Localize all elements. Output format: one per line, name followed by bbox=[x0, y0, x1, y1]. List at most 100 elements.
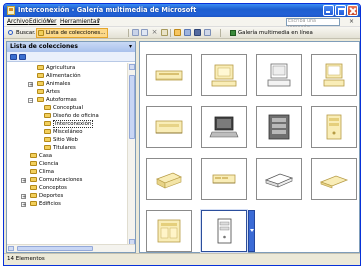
expand-icon[interactable]: + bbox=[21, 178, 26, 184]
computer-tower-icon bbox=[217, 218, 232, 244]
tree-vertical-scrollbar[interactable] bbox=[127, 63, 135, 246]
help-close-icon[interactable]: × bbox=[349, 18, 354, 25]
network-rack-icon bbox=[157, 219, 181, 243]
help-question-input[interactable]: Escriba una pregunta bbox=[286, 18, 340, 30]
online-gallery-button[interactable]: Galería multimedia en línea bbox=[228, 28, 316, 38]
window-title: Interconexión - Galería multimedia de Mi… bbox=[18, 6, 197, 14]
menu-herramientas[interactable]: Herramientas bbox=[60, 19, 100, 25]
folder-icon bbox=[30, 169, 37, 174]
scroll-left-icon[interactable] bbox=[8, 246, 14, 251]
folder-icon bbox=[44, 145, 51, 150]
folder-icon bbox=[38, 30, 44, 36]
tree-item[interactable]: Misceláneo bbox=[44, 129, 83, 136]
tree-item[interactable]: Titulares bbox=[44, 145, 76, 152]
folder-icon bbox=[37, 65, 44, 70]
network-device-icon bbox=[212, 174, 236, 184]
clip-options-dropdown[interactable] bbox=[248, 210, 255, 252]
tree-item[interactable]: − Autoformas bbox=[28, 97, 77, 104]
clip-thumbnails-pane bbox=[139, 41, 360, 253]
collapse-icon[interactable]: − bbox=[28, 98, 33, 104]
tree-item[interactable]: Diseño de oficina bbox=[44, 113, 99, 120]
tree-item[interactable]: Conceptos bbox=[30, 185, 67, 192]
expand-icon[interactable]: + bbox=[21, 194, 26, 200]
title-bar[interactable]: Interconexión - Galería multimedia de Mi… bbox=[4, 4, 360, 17]
clip-thumbnail[interactable] bbox=[256, 54, 302, 96]
thumbnails-view-icon[interactable] bbox=[174, 29, 181, 36]
folder-icon bbox=[30, 193, 37, 198]
tree-item[interactable]: + Animales bbox=[28, 81, 70, 88]
menu-help[interactable]: ? bbox=[97, 19, 100, 25]
collection-tree: Agricultura Alimentación + Animales Artes… bbox=[7, 63, 128, 246]
clip-thumbnail[interactable] bbox=[311, 106, 357, 148]
tree-item[interactable]: Alimentación bbox=[37, 73, 81, 80]
computer-monitor-icon bbox=[323, 63, 345, 87]
tree-item[interactable]: Agricultura bbox=[37, 65, 75, 72]
computer-monitor-icon bbox=[267, 63, 291, 87]
menu-archivo[interactable]: Archivo bbox=[7, 19, 29, 25]
web-gallery-icon bbox=[230, 30, 236, 36]
properties-icon[interactable] bbox=[204, 29, 211, 36]
network-device-icon bbox=[264, 173, 294, 188]
back-icon[interactable] bbox=[10, 54, 17, 60]
tree-item[interactable]: Casa bbox=[30, 153, 52, 160]
details-view-icon[interactable] bbox=[194, 29, 201, 36]
close-button[interactable] bbox=[347, 5, 358, 16]
clip-thumbnail[interactable] bbox=[201, 158, 247, 200]
tree-item[interactable]: Sitio Web bbox=[44, 137, 78, 144]
tree-item-selected[interactable]: Interconexión bbox=[44, 120, 94, 128]
tree-item[interactable]: Ciencia bbox=[30, 161, 58, 168]
horizontal-scroll-thumb[interactable] bbox=[17, 246, 93, 251]
clip-thumbnail[interactable] bbox=[201, 54, 247, 96]
clip-thumbnail[interactable] bbox=[256, 158, 302, 200]
clip-thumbnail[interactable] bbox=[256, 106, 302, 148]
list-view-icon[interactable] bbox=[184, 29, 191, 36]
collection-list-label: Lista de colecciones... bbox=[46, 30, 106, 36]
tree-item[interactable]: + Comunicaciones bbox=[21, 177, 82, 184]
laptop-icon bbox=[209, 116, 239, 138]
clip-thumbnail[interactable] bbox=[146, 106, 192, 148]
online-gallery-label: Galería multimedia en línea bbox=[238, 30, 313, 36]
folder-icon bbox=[37, 97, 44, 102]
toolbar-separator bbox=[170, 29, 171, 37]
copy-to-collection-icon[interactable] bbox=[161, 29, 168, 36]
panel-menu-chevron-icon[interactable]: ▾ bbox=[129, 42, 132, 52]
status-bar: 14 Elementos bbox=[4, 253, 360, 265]
clip-thumbnail[interactable] bbox=[201, 106, 247, 148]
clip-thumbnail[interactable] bbox=[311, 158, 357, 200]
folder-icon bbox=[37, 89, 44, 94]
clip-thumbnail[interactable] bbox=[311, 54, 357, 96]
scroll-up-icon[interactable] bbox=[129, 64, 135, 70]
paste-icon[interactable] bbox=[141, 29, 148, 36]
network-cable-icon bbox=[155, 70, 183, 81]
tree-horizontal-scrollbar[interactable] bbox=[7, 244, 135, 252]
network-hub-icon bbox=[155, 120, 183, 134]
folder-icon bbox=[44, 105, 51, 110]
open-folder-icon bbox=[44, 121, 51, 126]
clip-thumbnail[interactable] bbox=[146, 158, 192, 200]
menu-ver[interactable]: Ver bbox=[47, 19, 56, 25]
maximize-button[interactable] bbox=[335, 5, 346, 16]
folder-icon bbox=[37, 81, 44, 86]
tree-item[interactable]: + Deportes bbox=[21, 193, 63, 200]
tree-item[interactable]: Conceptual bbox=[44, 105, 83, 112]
minimize-button[interactable] bbox=[323, 5, 334, 16]
tree-item[interactable]: + Edificios bbox=[21, 201, 61, 208]
clip-thumbnail-selected[interactable] bbox=[201, 210, 247, 252]
scroll-thumb[interactable] bbox=[129, 75, 135, 139]
clip-thumbnail[interactable] bbox=[146, 210, 192, 252]
collection-panel-toolbar bbox=[7, 52, 135, 62]
folder-icon bbox=[30, 177, 37, 182]
expand-icon[interactable]: + bbox=[21, 202, 26, 208]
tree-item[interactable]: Artes bbox=[37, 89, 60, 96]
clip-thumbnail[interactable] bbox=[146, 54, 192, 96]
expand-icon[interactable]: + bbox=[28, 82, 33, 88]
toolbar-separator bbox=[128, 29, 129, 37]
delete-icon[interactable]: × bbox=[151, 29, 158, 36]
collection-list-header: Lista de colecciones ▾ bbox=[7, 42, 135, 52]
forward-icon[interactable] bbox=[19, 54, 26, 60]
clip-gallery-app-icon[interactable] bbox=[7, 6, 15, 15]
tree-item[interactable]: Clima bbox=[30, 169, 54, 176]
folder-icon bbox=[30, 153, 37, 158]
collection-list-button[interactable]: Lista de colecciones... bbox=[36, 28, 109, 38]
copy-icon[interactable] bbox=[132, 29, 139, 36]
